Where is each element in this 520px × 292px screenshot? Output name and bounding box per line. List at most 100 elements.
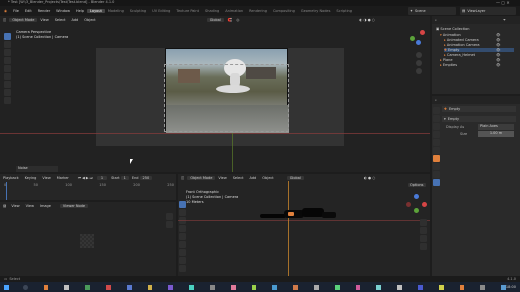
visibility-icons[interactable]: 👁 👁 👁 👁 👁 👁 👁 [496, 33, 500, 68]
menu-window[interactable]: Window [53, 9, 73, 13]
taskbar-app-icon[interactable] [147, 284, 153, 290]
display-as-dropdown[interactable]: Plain Axes [478, 124, 514, 130]
menu-render[interactable]: Render [35, 9, 53, 13]
menu-edit[interactable]: Edit [22, 9, 35, 13]
physics-props-icon[interactable] [433, 163, 440, 170]
outliner-item[interactable]: ▸ Animation Camera [444, 43, 480, 47]
menu-select-2[interactable]: Select [230, 176, 247, 180]
timeline-ruler[interactable]: 0 50 100 150 200 250 [4, 182, 174, 187]
snap-icon[interactable]: 🧲 [228, 18, 232, 22]
scale-tool-icon[interactable] [4, 65, 11, 72]
properties-search-icon[interactable]: ⌕ [435, 98, 437, 102]
outliner-search-icon[interactable]: ⌕ [435, 18, 437, 22]
outliner-item[interactable]: ▾ Animation [440, 33, 461, 37]
editor-type-icon[interactable]: ◫ [3, 18, 6, 22]
menu-add-2[interactable]: Add [247, 176, 260, 180]
taskbar-app-icon[interactable] [355, 284, 361, 290]
select-tool-icon-2[interactable] [179, 201, 186, 208]
shading-icons[interactable]: ◐ ◑ ● ○ [359, 18, 375, 22]
outliner-item[interactable]: ▸ Empties [440, 63, 457, 67]
menu-file[interactable]: File [10, 9, 22, 13]
taskbar-app-icon[interactable] [397, 284, 402, 290]
proportional-icon[interactable]: ◎ [236, 18, 239, 22]
gizmo-z-icon[interactable] [416, 40, 421, 45]
gizmo-x-icon-2[interactable] [422, 202, 427, 207]
measure-tool-icon[interactable] [4, 89, 11, 96]
taskbar-app-icon[interactable] [209, 284, 215, 290]
annotate-tool-icon[interactable] [4, 81, 11, 88]
menu-object[interactable]: Object [81, 18, 98, 22]
tab-modeling[interactable]: Modeling [105, 9, 127, 13]
taskbar-app-icon[interactable] [480, 284, 486, 290]
empty-section-header[interactable]: ▾ Empty [442, 116, 516, 122]
taskbar-app-icon[interactable] [105, 284, 111, 290]
output-props-icon[interactable] [433, 123, 440, 130]
menu-playback[interactable]: Playback [0, 176, 22, 180]
menu-view[interactable]: View [37, 18, 51, 22]
menu-help[interactable]: Help [73, 9, 87, 13]
world-props-icon[interactable] [433, 147, 440, 154]
menu-timeline-view[interactable]: View [39, 176, 53, 180]
start-icon[interactable] [4, 284, 9, 290]
tool-props-icon[interactable] [433, 107, 440, 114]
gizmo-x-neg-icon-2[interactable] [406, 202, 411, 207]
move-tool-icon[interactable] [4, 49, 11, 56]
size-field[interactable]: 1.00 m [478, 131, 514, 137]
render-props-icon[interactable] [433, 115, 440, 122]
sample-tool-icon[interactable] [166, 213, 173, 220]
taskbar-app-icon[interactable] [64, 284, 70, 290]
taskbar-app-icon[interactable] [126, 284, 132, 290]
menu-keying[interactable]: Keying [22, 176, 40, 180]
outliner-item[interactable]: ✚ Empty [444, 48, 514, 52]
tab-texture-paint[interactable]: Texture Paint [173, 9, 202, 13]
taskbar-app-icon[interactable] [251, 284, 257, 290]
zoom-icon[interactable] [416, 52, 422, 58]
filter-icon[interactable]: ⏷ [503, 18, 506, 22]
viewport-bottom[interactable]: ◫ Object Mode View Select Add Object Glo… [178, 174, 430, 276]
gizmo-z-icon-2[interactable] [414, 194, 419, 199]
gizmo-y-icon-2[interactable] [414, 208, 419, 213]
rotate-tool-icon-2[interactable] [179, 225, 186, 232]
current-frame-field[interactable]: 1 [96, 175, 108, 180]
taskbar-app-icon[interactable] [334, 284, 340, 290]
zoom-icon-2[interactable] [420, 219, 427, 226]
transform-orientation-2[interactable]: Global [286, 175, 304, 180]
navigation-gizmo-2[interactable] [406, 194, 428, 216]
pan-icon-2[interactable] [420, 227, 427, 234]
tab-sculpting[interactable]: Sculpting [127, 9, 149, 13]
blender-logo-icon[interactable]: ◉ [4, 9, 7, 13]
end-frame-field[interactable]: 250 [139, 175, 153, 180]
view-layer-selector[interactable]: ▤ ViewLayer [460, 7, 516, 15]
menu-image-view-2[interactable]: View [23, 204, 37, 208]
mode-selector[interactable]: Object Mode [9, 18, 38, 22]
data-props-icon[interactable] [433, 179, 440, 186]
menu-marker[interactable]: Marker [54, 176, 72, 180]
menu-image[interactable]: Image [37, 204, 54, 208]
transform-tool-icon-2[interactable] [179, 241, 186, 248]
gizmo-y-icon[interactable] [410, 36, 415, 41]
taskbar-app-icon[interactable] [43, 284, 49, 290]
taskbar-app-icon[interactable] [189, 284, 194, 290]
editor-type-icon-2[interactable]: ◫ [181, 176, 184, 180]
measure-tool-icon-2[interactable] [179, 257, 186, 264]
annotate-image-tool-icon[interactable] [166, 221, 173, 228]
select-tool-icon[interactable] [4, 33, 11, 40]
ortho-toggle-icon-2[interactable] [420, 243, 427, 250]
viewer-node-selector[interactable]: Viewer Node [59, 203, 89, 208]
taskbar-app-icon[interactable] [313, 284, 319, 290]
tab-shading[interactable]: Shading [202, 9, 222, 13]
taskbar-search-icon[interactable] [22, 284, 28, 290]
scale-tool-icon-2[interactable] [179, 233, 186, 240]
tab-geometry-nodes[interactable]: Geometry Nodes [298, 9, 334, 13]
menu-image-view[interactable]: View [8, 204, 22, 208]
cursor-tool-icon-2[interactable] [179, 209, 186, 216]
add-cube-tool-icon[interactable] [4, 97, 11, 104]
taskbar-app-icon[interactable] [230, 284, 236, 290]
tab-rendering[interactable]: Rendering [246, 9, 270, 13]
options-button[interactable]: Options [408, 183, 426, 187]
tab-uv-editing[interactable]: UV Editing [149, 9, 173, 13]
taskbar-app-icon[interactable] [85, 284, 90, 290]
taskbar-app-icon[interactable] [438, 284, 444, 290]
playback-controls-icon[interactable]: ⏮ ◀ ▶ ⏭ [78, 176, 93, 180]
transform-orientation[interactable]: Global [206, 18, 224, 22]
